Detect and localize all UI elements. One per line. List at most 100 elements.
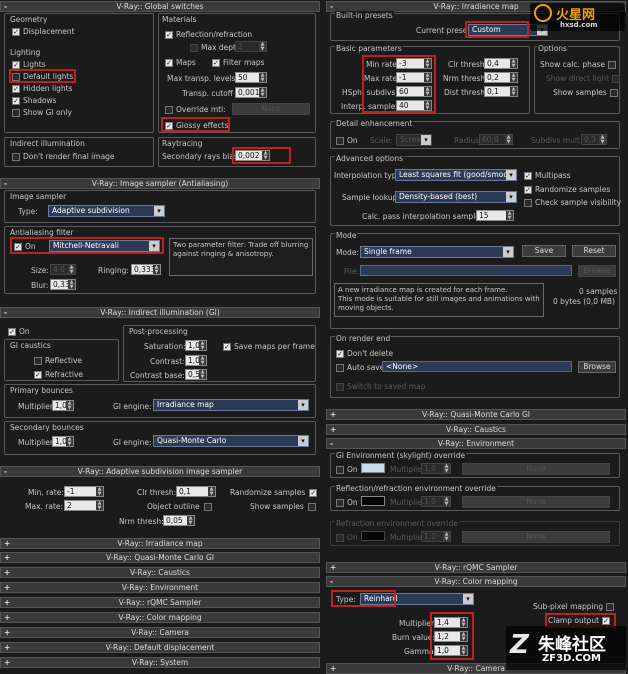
hsph-subdivs-spinner[interactable]: 60 ▲ ▼ [396,86,432,97]
rollout-indirect-illumination[interactable]: - V-Ray:: Indirect illumination (GI) [0,307,320,318]
irr-clr-thresh-spinner[interactable]: 0,4 ▲ ▼ [484,58,518,69]
rollout-color-mapping[interactable]: - V-Ray:: Color mapping [326,576,626,587]
irr-show-samples-checkbox[interactable]: Show samples [553,88,621,97]
aa-filter-on-checkbox[interactable]: ✓ On [14,242,36,251]
rollout-global-switches[interactable]: - V-Ray:: Global switches [0,1,320,12]
cm-multiplier-spinner[interactable]: 1,4 ▲ ▼ [434,617,468,628]
adaptive-clr-thresh-spinner[interactable]: 0,1 ▲ ▼ [176,486,216,497]
rollout-environment[interactable]: - V-Ray:: Environment [326,438,626,449]
displacement-checkbox[interactable]: ✓ Displacement [12,27,75,36]
rollout-qmc-gi[interactable]: + V-Ray:: Quasi-Monte Carlo GI [326,409,626,420]
hidden-lights-checkbox[interactable]: ✓ Hidden lights [12,84,73,93]
irr-randomize-samples-checkbox[interactable]: ✓ Randomize samples [524,185,610,194]
multipass-checkbox[interactable]: ✓ Multipass [524,171,571,180]
calc-pass-samples-spinner[interactable]: 15 ▲ ▼ [476,210,514,221]
irr-save-button[interactable]: Save [522,245,566,257]
contrast-base-spinner[interactable]: 0,5 ▲ ▼ [185,369,207,380]
rollout-collapsed-caustics[interactable]: + V-Ray:: Caustics [0,567,320,578]
adaptive-randomize-checkbox[interactable]: Randomize samples ✓ [230,488,320,497]
mode-dropdown[interactable]: Single frame ▾ [360,246,514,258]
refr-env-on-checkbox[interactable]: On [336,533,358,542]
rollout-collapsed-color-mapping[interactable]: + V-Ray:: Color mapping [0,612,320,623]
refl-env-on-checkbox[interactable]: On [336,498,358,507]
rollout-adaptive-subdivision[interactable]: - V-Ray:: Adaptive subdivision image samp… [0,466,320,477]
irr-file-path-field[interactable] [360,265,572,276]
irr-max-rate-spinner[interactable]: -1 ▲ ▼ [396,72,432,83]
show-gi-only-checkbox[interactable]: Show GI only [12,108,72,117]
gi-env-on-checkbox[interactable]: On [336,465,358,474]
auto-save-path-field[interactable]: <None> [382,361,572,372]
save-maps-per-frame-checkbox[interactable]: ✓ Save maps per frame [223,342,315,351]
gi-env-map-button[interactable]: None [462,463,610,475]
show-calc-phase-checkbox[interactable]: Show calc. phase [540,60,619,69]
irr-nrm-thresh-spinner[interactable]: 0,2 ▲ ▼ [484,72,518,83]
dont-render-final-checkbox[interactable]: Don't render final image [12,152,115,161]
sample-lookup-dropdown[interactable]: Density-based (best) ▾ [395,191,517,203]
rollout-collapsed-environment[interactable]: + V-Ray:: Environment [0,582,320,593]
secondary-multiplier-spinner[interactable]: 1,0 ▲ ▼ [52,436,74,447]
secondary-gi-engine-dropdown[interactable]: Quasi-Monte Carlo ▾ [153,435,309,447]
rollout-caustics[interactable]: + V-Ray:: Caustics [326,424,626,435]
show-direct-light-checkbox[interactable]: Show direct light [546,74,623,83]
default-lights-checkbox[interactable]: Default lights [12,72,73,81]
auto-save-checkbox[interactable]: Auto save: [336,363,387,372]
max-transp-levels-spinner[interactable]: 50 ▲ ▼ [235,72,267,83]
gi-env-color-swatch[interactable] [361,463,385,473]
detail-subdivs-mult-spinner[interactable]: 0,3 ▲ ▼ [581,134,607,145]
adaptive-min-rate-spinner[interactable]: -1 ▲ ▼ [64,486,104,497]
detail-radius-spinner[interactable]: 60,0 ▲ ▼ [479,134,513,145]
detail-scale-dropdown[interactable]: Screen ▾ [396,134,432,146]
maps-checkbox[interactable]: ✓ Maps [165,58,196,67]
refr-env-color-swatch[interactable] [361,531,385,541]
max-depth-spinner[interactable]: 2 ▲ ▼ [235,41,267,52]
refractive-checkbox[interactable]: ✓ Refractive [34,370,83,379]
interpolation-type-dropdown[interactable]: Least squares fit (good/smooth ▾ [395,169,517,181]
switch-to-saved-map-checkbox[interactable]: Switch to saved map [336,382,425,391]
irr-reset-button[interactable]: Reset [572,245,616,257]
dont-delete-checkbox[interactable]: ✓ Don't delete [336,349,393,358]
size-spinner[interactable]: 4,0 ▲ ▼ [50,264,76,275]
object-outline-checkbox[interactable]: Object outline [147,502,215,511]
reflective-checkbox[interactable]: Reflective [34,356,82,365]
shadows-checkbox[interactable]: ✓ Shadows [12,96,57,105]
filter-maps-checkbox[interactable]: ✓ Filter maps [212,58,265,67]
override-mtl-checkbox[interactable]: Override mtl: [165,105,226,114]
contrast-spinner[interactable]: 1,0 ▲ ▼ [185,355,207,366]
irr-dist-thresh-spinner[interactable]: 0,1 ▲ ▼ [484,86,518,97]
lights-checkbox[interactable]: ✓ Lights [12,60,46,69]
rollout-collapsed-irradiance-map[interactable]: + V-Ray:: Irradiance map [0,538,320,549]
rollout-image-sampler[interactable]: - V-Ray:: Image sampler (Antialiasing) [0,178,320,189]
gi-env-multiplier-spinner[interactable]: 1,0 ▲ ▼ [421,463,451,474]
gamma-spinner[interactable]: 1,0 ▲ ▼ [434,645,468,656]
rollout-collapsed-qmc-gi[interactable]: + V-Ray:: Quasi-Monte Carlo GI [0,552,320,563]
aa-filter-dropdown[interactable]: Mitchell-Netravali ▾ [49,240,160,252]
irr-file-browse-button[interactable]: Browse [578,265,616,277]
refr-env-map-button[interactable]: None [462,531,610,543]
refl-env-multiplier-spinner[interactable]: 1,0 ▲ ▼ [421,496,451,507]
glossy-effects-checkbox[interactable]: ✓ Glossy effects [165,121,229,130]
burn-value-spinner[interactable]: 1,2 ▲ ▼ [434,631,468,642]
secondary-rays-bias-spinner[interactable]: 0,002 ▲ ▼ [235,150,270,161]
refl-env-map-button[interactable]: None [462,496,610,508]
primary-multiplier-spinner[interactable]: 1,0 ▲ ▼ [52,400,74,411]
interp-samples-spinner[interactable]: 40 ▲ ▼ [396,100,432,111]
rollout-rqmc-sampler[interactable]: + V-Ray:: rQMC Sampler [326,562,626,573]
ringing-spinner[interactable]: 0,333 ▲ ▼ [131,264,161,275]
reflection-refraction-checkbox[interactable]: ✓ Reflection/refraction [165,30,252,39]
sub-pixel-mapping-checkbox[interactable]: Sub-pixel mapping [533,602,617,611]
adaptive-show-samples-checkbox[interactable]: Show samples [250,502,319,511]
primary-gi-engine-dropdown[interactable]: Irradiance map ▾ [153,399,309,411]
adaptive-max-rate-spinner[interactable]: 2 ▲ ▼ [64,500,104,511]
irr-min-rate-spinner[interactable]: -3 ▲ ▼ [396,58,432,69]
gi-on-checkbox[interactable]: ✓ On [8,327,30,336]
color-mapping-type-dropdown[interactable]: Reinhard ▾ [360,593,474,605]
detail-on-checkbox[interactable]: On [336,136,358,145]
transp-cutoff-spinner[interactable]: 0,001 ▲ ▼ [235,87,267,98]
max-depth-checkbox[interactable]: Max depth [190,43,241,52]
rollout-collapsed-system[interactable]: + V-Ray:: System [0,657,320,668]
rollout-collapsed-rqmc-sampler[interactable]: + V-Ray:: rQMC Sampler [0,597,320,608]
clamp-output-checkbox[interactable]: Clamp output ✓ [548,616,613,625]
sampler-type-dropdown[interactable]: Adaptive subdivision ▾ [48,205,165,217]
rollout-collapsed-default-displacement[interactable]: + V-Ray:: Default displacement [0,642,320,653]
auto-save-browse-button[interactable]: Browse [578,361,616,373]
